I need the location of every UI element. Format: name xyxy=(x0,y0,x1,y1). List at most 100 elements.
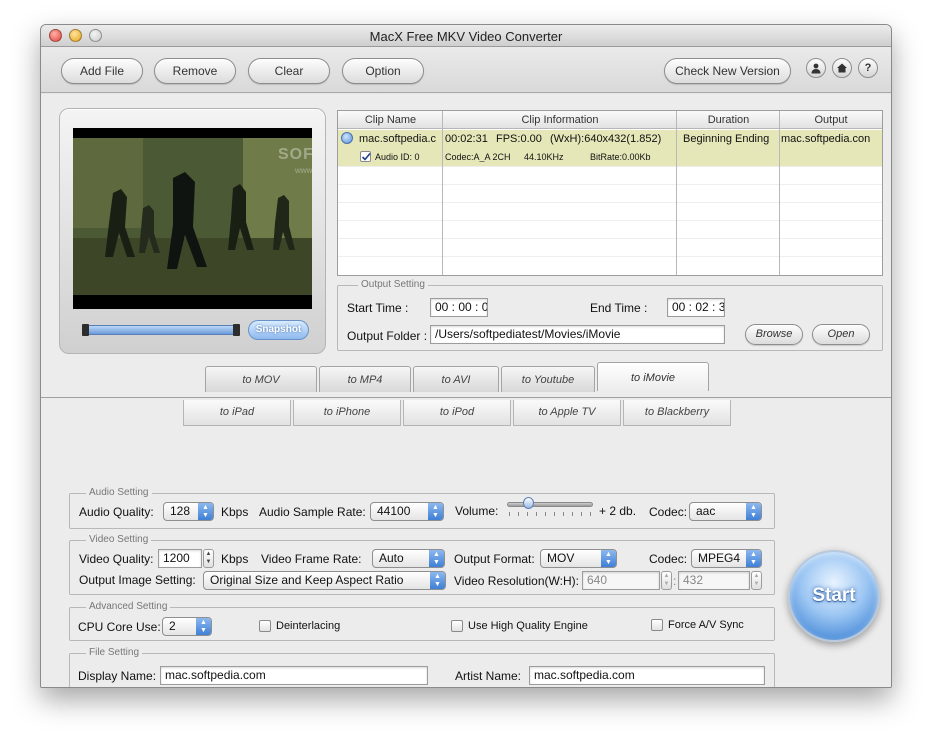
check-new-version-button[interactable]: Check New Version xyxy=(664,58,791,84)
tab-to-youtube[interactable]: to Youtube xyxy=(501,366,595,392)
video-quality-stepper[interactable]: ▲ ▼ xyxy=(203,549,214,568)
force-av-sync-label: Force A/V Sync xyxy=(668,619,744,631)
audio-quality-unit: Kbps xyxy=(221,505,249,519)
audio-codec-select[interactable]: aac ▲ ▼ xyxy=(689,502,762,521)
col-header-output[interactable]: Output xyxy=(780,111,882,129)
video-frame-rate-select[interactable]: Auto ▲ ▼ xyxy=(372,549,445,568)
softpedia-watermark-url: www.softpedia.com xyxy=(295,166,312,175)
video-quality-label: Video Quality: xyxy=(79,552,154,566)
home-icon[interactable] xyxy=(832,58,852,78)
option-button[interactable]: Option xyxy=(342,58,424,84)
clip-name-cell: mac.softpedia.c xyxy=(359,133,437,145)
file-setting-label: File Setting xyxy=(86,647,143,658)
display-name-field[interactable]: mac.softpedia.com xyxy=(160,666,428,685)
advanced-setting-label: Advanced Setting xyxy=(86,601,171,612)
start-button[interactable]: Start xyxy=(788,550,880,642)
subtab-to-ipod[interactable]: to iPod xyxy=(403,400,511,426)
volume-label: Volume: xyxy=(455,504,499,518)
resolution-width-field[interactable]: 640 xyxy=(582,571,660,590)
audio-bitrate-cell: BitRate:0.00Kb xyxy=(590,152,651,162)
col-header-clip-information[interactable]: Clip Information xyxy=(443,111,677,129)
resolution-height-field[interactable]: 432 xyxy=(678,571,750,590)
video-quality-field[interactable]: 1200 xyxy=(158,549,202,568)
progress-start-handle[interactable] xyxy=(82,324,89,336)
tab-to-imovie[interactable]: to iMovie xyxy=(597,362,709,391)
window-title: MacX Free MKV Video Converter xyxy=(369,29,563,44)
resolution-height-stepper[interactable]: ▲ ▼ xyxy=(751,571,762,590)
select-arrows-icon: ▲ ▼ xyxy=(430,572,445,589)
col-header-clip-name[interactable]: Clip Name xyxy=(338,111,443,129)
cpu-core-use-value: 2 xyxy=(169,619,176,633)
artist-name-label: Artist Name: xyxy=(455,669,522,683)
select-arrows-icon: ▲ ▼ xyxy=(198,503,213,520)
subtab-to-apple-tv[interactable]: to Apple TV xyxy=(513,400,621,426)
output-format-select[interactable]: MOV ▲ ▼ xyxy=(540,549,617,568)
high-quality-engine-label: Use High Quality Engine xyxy=(468,620,588,632)
output-format-value: MOV xyxy=(547,551,575,565)
force-av-sync-checkbox[interactable] xyxy=(651,619,663,631)
output-image-setting-value: Original Size and Keep Aspect Ratio xyxy=(210,573,404,587)
tab-to-mov[interactable]: to MOV xyxy=(205,366,317,392)
video-setting-label: Video Setting xyxy=(86,534,152,545)
cpu-core-use-label: CPU Core Use: xyxy=(78,620,161,634)
audio-codec-value: aac xyxy=(696,504,716,518)
subtab-to-ipad[interactable]: to iPad xyxy=(183,400,291,426)
output-image-setting-select[interactable]: Original Size and Keep Aspect Ratio ▲ ▼ xyxy=(203,571,446,590)
top-panel: SOFTPEDIA www.softpedia.com Snapshot Cli… xyxy=(41,94,891,397)
deinterlacing-label: Deinterlacing xyxy=(276,620,341,632)
high-quality-engine-checkbox[interactable] xyxy=(451,620,463,632)
start-time-label: Start Time : xyxy=(347,301,409,315)
video-codec-label: Codec: xyxy=(649,552,688,566)
select-arrows-icon: ▲ ▼ xyxy=(601,550,616,567)
video-codec-value: MPEG4 xyxy=(698,551,741,565)
video-frame-rate-value: Auto xyxy=(379,551,404,565)
output-folder-field[interactable]: /Users/softpediatest/Movies/iMovie xyxy=(430,325,725,344)
tab-to-avi[interactable]: to AVI xyxy=(413,366,499,392)
select-arrows-icon: ▲ ▼ xyxy=(746,503,761,520)
clip-time-cell: 00:02:31 xyxy=(445,133,488,145)
tab-to-mp4[interactable]: to MP4 xyxy=(319,366,411,392)
audio-quality-value: 128 xyxy=(170,504,191,518)
volume-slider-knob[interactable] xyxy=(523,497,534,509)
audio-codec-label: Codec: xyxy=(649,505,688,519)
subtab-to-blackberry[interactable]: to Blackberry xyxy=(623,400,731,426)
video-resolution-label: Video Resolution(W:H): xyxy=(454,574,579,588)
video-scene-image: SOFTPEDIA www.softpedia.com xyxy=(73,138,312,295)
resolution-width-stepper[interactable]: ▲ ▼ xyxy=(661,571,672,590)
help-icon[interactable]: ? xyxy=(858,58,878,78)
volume-slider-track[interactable] xyxy=(507,502,593,507)
subtab-to-iphone[interactable]: to iPhone xyxy=(293,400,401,426)
playback-progress-bar[interactable] xyxy=(82,324,240,336)
add-file-button[interactable]: Add File xyxy=(61,58,143,84)
clip-table: Clip Name Clip Information Duration Outp… xyxy=(337,110,883,276)
clear-button[interactable]: Clear xyxy=(248,58,330,84)
col-header-duration[interactable]: Duration xyxy=(677,111,780,129)
cpu-core-use-select[interactable]: 2 ▲ ▼ xyxy=(162,617,212,636)
display-name-label: Display Name: xyxy=(78,669,157,683)
clip-expand-icon[interactable] xyxy=(341,132,353,144)
open-button[interactable]: Open xyxy=(812,324,870,345)
snapshot-button[interactable]: Snapshot xyxy=(248,320,309,340)
audio-sample-rate-value: 44100 xyxy=(377,504,411,518)
remove-button[interactable]: Remove xyxy=(154,58,236,84)
softpedia-watermark: SOFTPEDIA xyxy=(278,146,312,163)
browse-button[interactable]: Browse xyxy=(745,324,803,345)
artist-name-field[interactable]: mac.softpedia.com xyxy=(529,666,765,685)
start-time-field[interactable]: 00 : 00 : 00 xyxy=(430,298,488,317)
user-icon[interactable] xyxy=(806,58,826,78)
audio-sample-rate-select[interactable]: 44100 ▲ ▼ xyxy=(370,502,444,521)
video-quality-unit: Kbps xyxy=(221,552,249,566)
audio-rate-cell: 44.10KHz xyxy=(524,152,564,162)
audio-sample-rate-label: Audio Sample Rate: xyxy=(259,505,366,519)
output-format-label: Output Format: xyxy=(454,552,535,566)
audio-quality-select[interactable]: 128 ▲ ▼ xyxy=(163,502,214,521)
video-codec-select[interactable]: MPEG4 ▲ ▼ xyxy=(691,549,762,568)
output-setting-label: Output Setting xyxy=(358,279,428,290)
audio-track-checkbox[interactable] xyxy=(360,151,371,162)
progress-end-handle[interactable] xyxy=(233,324,240,336)
end-time-field[interactable]: 00 : 02 : 31 xyxy=(667,298,725,317)
end-time-label: End Time : xyxy=(590,301,648,315)
deinterlacing-checkbox[interactable] xyxy=(259,620,271,632)
clip-output-cell: mac.softpedia.con xyxy=(781,133,871,145)
clip-duration-cell: Beginning Ending xyxy=(683,133,770,145)
